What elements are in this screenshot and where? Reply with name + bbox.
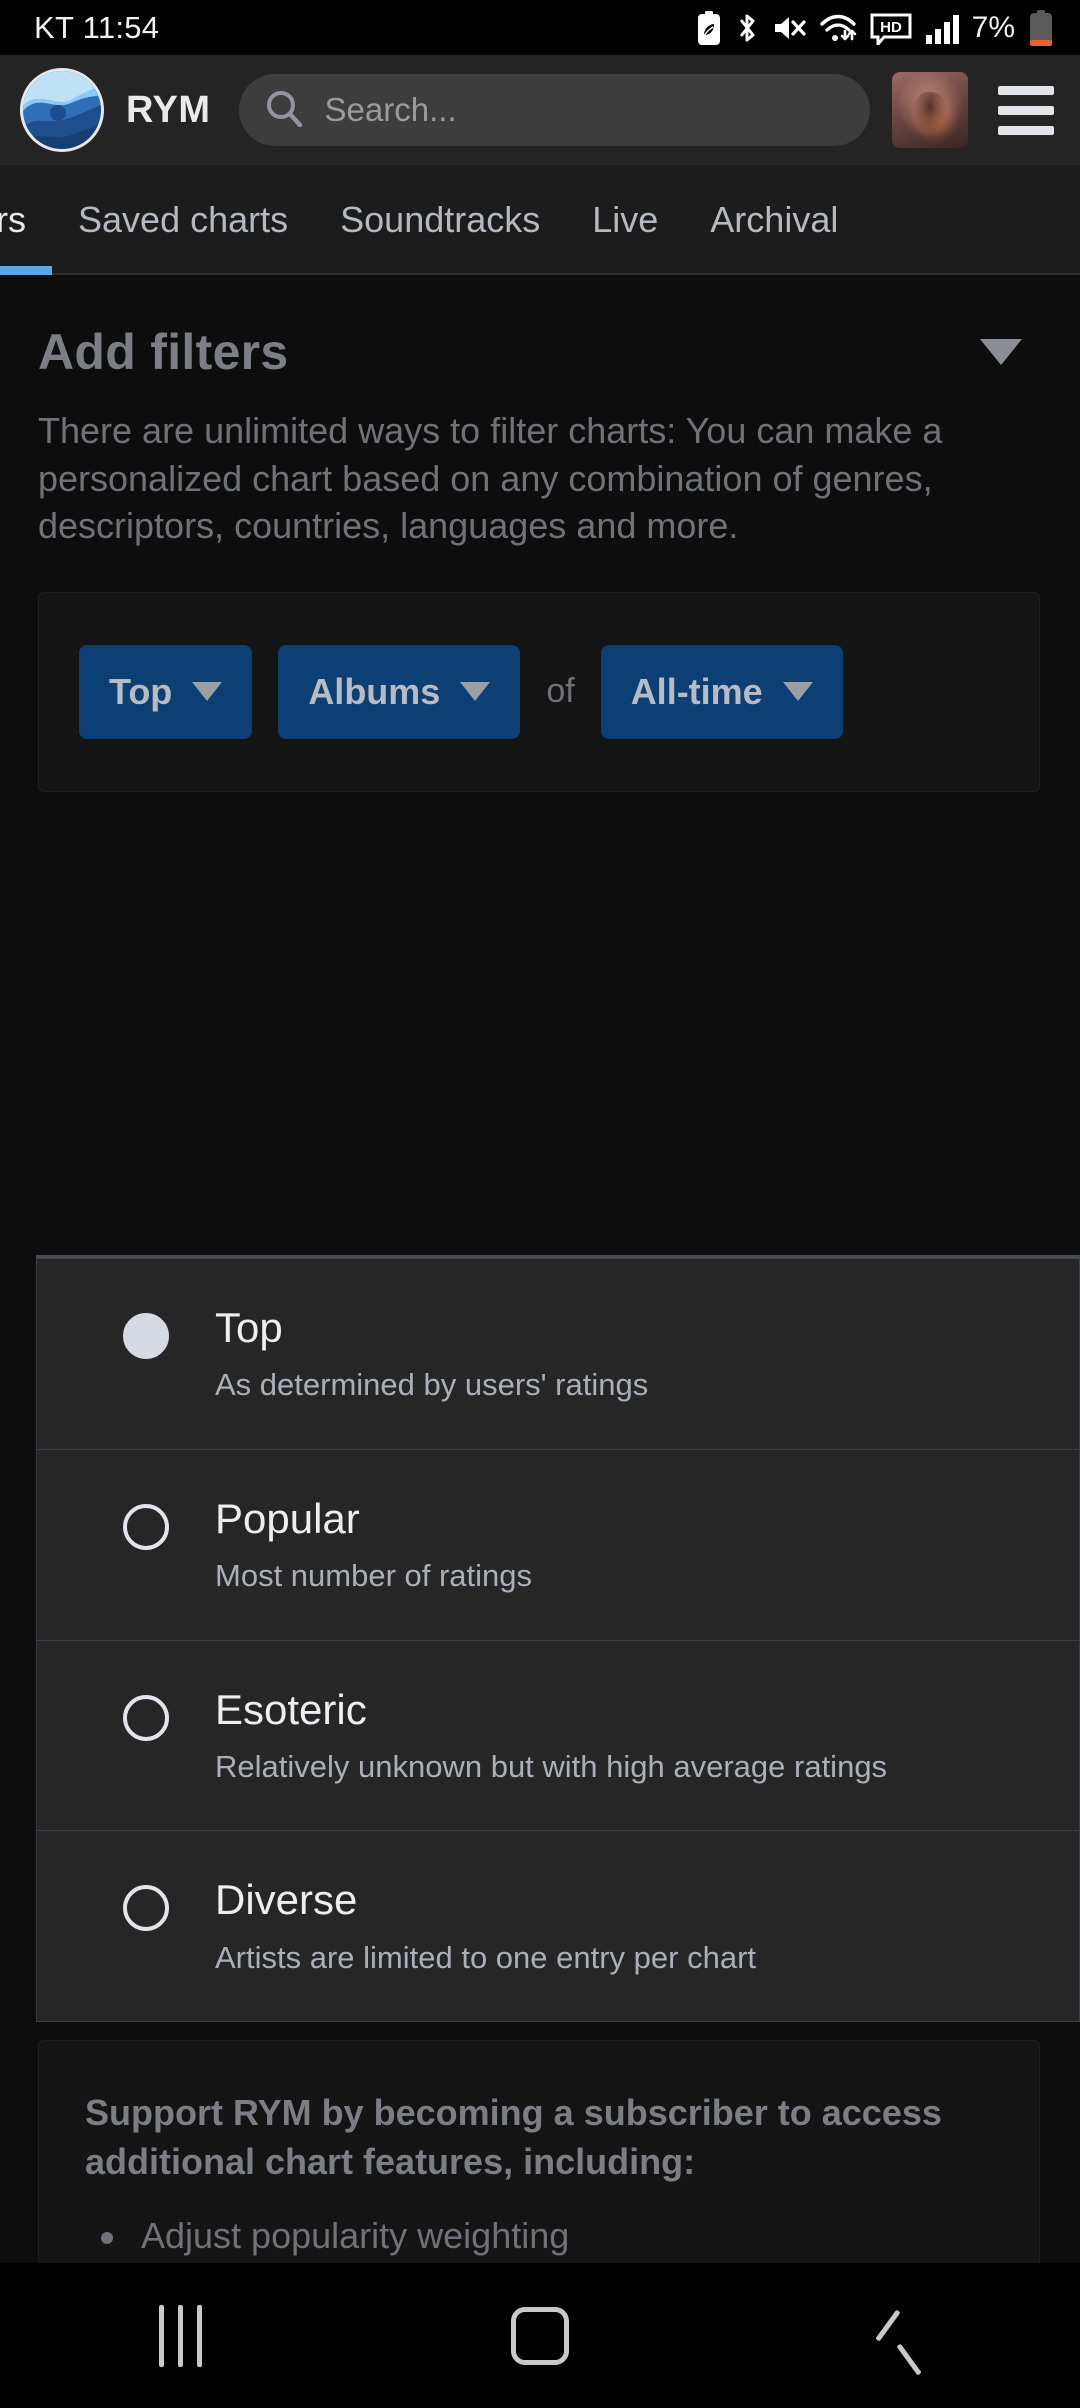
avatar[interactable]: [892, 72, 968, 148]
bluetooth-icon: [739, 14, 755, 41]
hamburger-line: [998, 105, 1054, 115]
option-description: Relatively unknown but with high average…: [215, 1748, 888, 1784]
filters-description: There are unlimited ways to filter chart…: [38, 410, 943, 547]
option-text: Diverse Artists are limited to one entry…: [215, 1877, 756, 1975]
tab-label: Soundtracks: [340, 199, 541, 240]
chart-selector-row: Top Albums of All-time: [39, 644, 1039, 739]
hamburger-line: [998, 85, 1054, 95]
back-icon: [882, 2305, 918, 2367]
caret-down-icon: [782, 682, 813, 702]
option-label: Diverse: [215, 1876, 358, 1924]
time-period-dropdown[interactable]: All-time: [600, 644, 843, 739]
chart-type-dropdown[interactable]: Top: [79, 644, 253, 739]
hamburger-menu-icon[interactable]: [994, 85, 1058, 135]
radio-icon[interactable]: [123, 1503, 169, 1550]
tab-label: Archival: [710, 199, 839, 240]
search-bar[interactable]: Search...: [238, 74, 870, 146]
option-label: Top: [215, 1304, 283, 1351]
search-icon: [265, 89, 303, 132]
radio-icon[interactable]: [123, 1694, 169, 1741]
android-nav-bar: [0, 2263, 1080, 2408]
status-bar: KT 11:54 HD 7%: [0, 0, 1080, 55]
subscriber-promo-title: Support RYM by becoming a subscriber to …: [85, 2092, 942, 2182]
tab-label: Live: [592, 199, 659, 240]
recents-icon: [158, 2304, 202, 2367]
selector-joiner: of: [546, 672, 575, 711]
option-description: Most number of ratings: [215, 1558, 533, 1594]
wifi-icon: [819, 14, 856, 41]
option-label: Popular: [215, 1494, 360, 1542]
release-type-dropdown[interactable]: Albums: [278, 644, 521, 739]
option-label: Esoteric: [215, 1685, 367, 1733]
page-title: Add filters: [38, 324, 289, 380]
dropdown-option-top[interactable]: Top As determined by users' ratings: [37, 1259, 1079, 1450]
clock-label: 11:54: [82, 9, 160, 45]
radio-selected-icon[interactable]: [123, 1313, 169, 1359]
carrier-label: KT: [34, 9, 74, 45]
caret-down-icon: [192, 682, 223, 702]
tab-live[interactable]: Live: [566, 165, 684, 275]
dropdown-option-esoteric[interactable]: Esoteric Relatively unknown but with hig…: [37, 1641, 1079, 1832]
option-description: As determined by users' ratings: [215, 1367, 649, 1403]
tab-label: ers: [0, 199, 27, 240]
hamburger-line: [998, 125, 1054, 135]
app-header: RYM Search...: [0, 55, 1080, 165]
time-period-label: All-time: [630, 670, 763, 712]
page-content: Add filters There are unlimited ways to …: [0, 275, 1080, 2408]
recents-button[interactable]: [0, 2304, 360, 2367]
feature-label: Adjust popularity weighting: [141, 2215, 570, 2257]
tab-charts[interactable]: ers: [0, 165, 53, 275]
chart-selector-panel: Top Albums of All-time: [38, 591, 1040, 792]
home-button[interactable]: [360, 2306, 720, 2365]
dropdown-option-diverse[interactable]: Diverse Artists are limited to one entry…: [37, 1831, 1079, 2021]
svg-text:HD: HD: [880, 19, 902, 36]
status-icons: HD 7%: [696, 9, 1054, 46]
mute-icon: [774, 16, 806, 39]
hd-icon: HD: [870, 13, 912, 45]
bullet-icon: [101, 2232, 113, 2245]
option-text: Popular Most number of ratings: [215, 1494, 533, 1594]
release-type-label: Albums: [308, 670, 441, 712]
chart-type-label: Top: [109, 670, 173, 712]
dropdown-option-popular[interactable]: Popular Most number of ratings: [37, 1450, 1079, 1641]
home-icon: [511, 2306, 569, 2365]
tab-label: Saved charts: [78, 199, 289, 240]
chart-type-dropdown-menu: Top As determined by users' ratings Popu…: [36, 1255, 1080, 2023]
rym-wave-logo-icon[interactable]: [20, 68, 104, 152]
tab-bar: ers Saved charts Soundtracks Live Archiv…: [0, 165, 1080, 275]
tab-soundtracks[interactable]: Soundtracks: [314, 165, 566, 275]
search-input[interactable]: Search...: [325, 91, 457, 129]
list-item: Adjust popularity weighting: [85, 2212, 993, 2260]
add-filters-header[interactable]: Add filters: [0, 275, 1080, 381]
caret-down-icon: [460, 682, 491, 702]
option-text: Top As determined by users' ratings: [215, 1304, 649, 1403]
back-button[interactable]: [720, 2305, 1080, 2367]
option-description: Artists are limited to one entry per cha…: [215, 1939, 757, 1975]
signal-icon: [925, 14, 959, 44]
battery-percent-label: 7%: [971, 10, 1015, 44]
tab-archival[interactable]: Archival: [684, 165, 864, 275]
phone-screen: KT 11:54 HD 7% RYM Search... rs Saved ch…: [0, 0, 1080, 2408]
chevron-down-icon[interactable]: [980, 339, 1022, 365]
status-carrier-time: KT 11:54: [34, 10, 159, 46]
option-text: Esoteric Relatively unknown but with hig…: [215, 1685, 888, 1785]
radio-icon[interactable]: [123, 1885, 169, 1932]
battery-saver-icon: [697, 10, 720, 45]
brand-title[interactable]: RYM: [126, 89, 211, 132]
tab-saved-charts[interactable]: Saved charts: [52, 165, 314, 275]
battery-icon: [1030, 9, 1052, 46]
